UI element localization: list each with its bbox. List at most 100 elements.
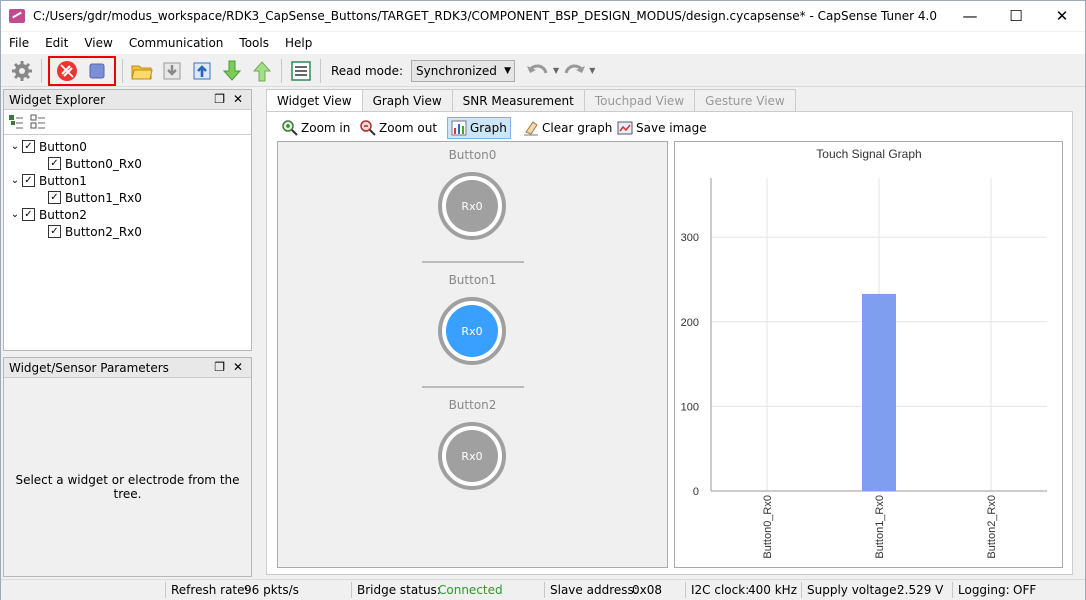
- clear-graph-label: Clear graph: [542, 121, 613, 135]
- redo-dropdown-icon[interactable]: ▼: [589, 66, 595, 75]
- y-tick-label: 0: [693, 486, 699, 498]
- read-mode-label: Read mode:: [331, 63, 404, 78]
- tree-item-button0[interactable]: ⌄ ✓ Button0: [8, 138, 87, 155]
- i2c-clock-value: 400 kHz: [748, 583, 797, 597]
- close-button[interactable]: ✕: [1039, 1, 1085, 31]
- parameters-panel: Widget/Sensor Parameters ❐ ✕ Select a wi…: [3, 357, 252, 577]
- tree-item-button2[interactable]: ⌄ ✓ Button2: [8, 206, 87, 223]
- status-bar: Refresh rate: 96 pkts/s Bridge status: C…: [1, 579, 1085, 600]
- redo-icon[interactable]: [561, 58, 587, 84]
- tree-item-button2-rx0[interactable]: ✓ Button2_Rx0: [48, 223, 142, 240]
- float-panel-icon[interactable]: ❐: [214, 92, 225, 106]
- y-tick-label: 200: [681, 317, 699, 329]
- menu-view[interactable]: View: [76, 36, 120, 50]
- widget-label-button0: Button0: [448, 148, 497, 162]
- touch-signal-graph: Touch Signal Graph 0 100 200 300 Button0_Rx0…: [674, 141, 1063, 568]
- supply-voltage-value: 2.529 V: [897, 583, 944, 597]
- collapse-all-icon[interactable]: [30, 114, 46, 133]
- tab-widget-view[interactable]: Widget View: [266, 89, 363, 112]
- chevron-down-icon[interactable]: ⌄: [8, 209, 22, 220]
- tree-item-button1[interactable]: ⌄ ✓ Button1: [8, 172, 87, 189]
- tab-touchpad-view[interactable]: Touchpad View: [583, 89, 696, 111]
- checkbox-button1[interactable]: ✓: [22, 174, 35, 187]
- supply-voltage-label: Supply voltage:: [807, 583, 901, 597]
- stop-icon[interactable]: [84, 58, 110, 84]
- tab-graph-view[interactable]: Graph View: [361, 89, 453, 111]
- widget-divider: [422, 261, 524, 263]
- tree-item-button0-rx0[interactable]: ✓ Button0_Rx0: [48, 155, 142, 172]
- graph-toggle-button[interactable]: Graph: [447, 117, 511, 139]
- read-from-device-icon[interactable]: [159, 58, 185, 84]
- tree-item-button1-rx0[interactable]: ✓ Button1_Rx0: [48, 189, 142, 206]
- chevron-down-icon: ▼: [504, 65, 512, 76]
- title-bar: C:/Users/gdr/modus_workspace/RDK3_CapSen…: [1, 1, 1085, 31]
- logging-label: Logging:: [958, 583, 1010, 597]
- apply-up-arrow-icon[interactable]: [249, 58, 275, 84]
- widget-view-area: Button0 Rx0 Button1 Rx0 Button2 Rx0: [277, 141, 668, 568]
- parameters-empty-message: Select a widget or electrode from the tr…: [15, 473, 240, 501]
- tree-toolbar: [8, 114, 46, 133]
- zoom-out-label: Zoom out: [379, 121, 438, 135]
- tab-gesture-view[interactable]: Gesture View: [694, 89, 796, 111]
- tab-snr-measurement[interactable]: SNR Measurement: [451, 89, 585, 111]
- window-title: C:/Users/gdr/modus_workspace/RDK3_CapSen…: [33, 9, 937, 23]
- undo-icon[interactable]: [525, 58, 551, 84]
- chart-title: Touch Signal Graph: [816, 147, 921, 161]
- checkbox-button2-rx0[interactable]: ✓: [48, 225, 61, 238]
- y-tick-label: 300: [681, 232, 699, 244]
- chart-svg: Touch Signal Graph 0 100 200 300 Button0_Rx0…: [681, 147, 1047, 559]
- sensor-button1-rx0: Rx0: [446, 305, 498, 357]
- tree-label: Button0_Rx0: [65, 156, 142, 171]
- apply-down-arrow-icon[interactable]: [219, 58, 245, 84]
- checkbox-button1-rx0[interactable]: ✓: [48, 191, 61, 204]
- graph-label: Graph: [470, 121, 507, 135]
- menu-communication[interactable]: Communication: [121, 36, 232, 50]
- maximize-button[interactable]: ☐: [993, 1, 1039, 31]
- write-to-device-icon[interactable]: [189, 58, 215, 84]
- widget-button1[interactable]: Rx0: [438, 297, 506, 365]
- parameters-title: Widget/Sensor Parameters: [9, 360, 169, 375]
- undo-dropdown-icon[interactable]: ▼: [553, 66, 559, 75]
- settings-gear-icon[interactable]: [9, 58, 35, 84]
- eraser-icon: [523, 120, 539, 136]
- chevron-down-icon[interactable]: ⌄: [8, 175, 22, 186]
- close-panel-icon[interactable]: ✕: [233, 92, 243, 106]
- widget-label-button1: Button1: [448, 273, 497, 287]
- y-tick-label: 100: [681, 401, 699, 413]
- widget-button0[interactable]: Rx0: [438, 172, 506, 240]
- widget-explorer-title: Widget Explorer: [9, 92, 106, 107]
- save-image-button[interactable]: Save image: [617, 117, 707, 139]
- bar-chart-icon: [451, 120, 467, 136]
- widget-label-button2: Button2: [448, 398, 497, 412]
- tree-label: Button1: [39, 173, 87, 188]
- expand-all-icon[interactable]: [8, 114, 24, 133]
- sensor-button0-rx0: Rx0: [446, 180, 498, 232]
- logging-value: OFF: [1013, 583, 1037, 597]
- zoom-out-button[interactable]: Zoom out: [360, 117, 437, 139]
- minimize-button[interactable]: —: [947, 1, 993, 31]
- log-document-icon[interactable]: [288, 58, 314, 84]
- checkbox-button0[interactable]: ✓: [22, 140, 35, 153]
- slave-address-value: 0x08: [632, 583, 663, 597]
- disconnect-icon[interactable]: [54, 58, 80, 84]
- zoom-in-button[interactable]: Zoom in: [282, 117, 350, 139]
- close-panel-icon[interactable]: ✕: [233, 360, 243, 374]
- menu-file[interactable]: File: [1, 36, 37, 50]
- float-panel-icon[interactable]: ❐: [214, 360, 225, 374]
- open-folder-icon[interactable]: [129, 58, 155, 84]
- x-tick-label: Button1_Rx0: [874, 495, 886, 559]
- menu-tools[interactable]: Tools: [231, 36, 277, 50]
- menu-help[interactable]: Help: [277, 36, 320, 50]
- checkbox-button0-rx0[interactable]: ✓: [48, 157, 61, 170]
- menu-edit[interactable]: Edit: [37, 36, 76, 50]
- widget-button2[interactable]: Rx0: [438, 422, 506, 490]
- chevron-down-icon[interactable]: ⌄: [8, 141, 22, 152]
- clear-graph-button[interactable]: Clear graph: [523, 117, 612, 139]
- widget-explorer-header: Widget Explorer ❐ ✕: [4, 90, 251, 110]
- zoom-in-icon: [282, 120, 298, 136]
- connection-controls-highlight: [48, 55, 116, 86]
- read-mode-select[interactable]: Synchronized ▼: [411, 59, 516, 82]
- refresh-rate-value: 96 pkts/s: [244, 583, 299, 597]
- bar-button1-rx0: [862, 293, 896, 491]
- checkbox-button2[interactable]: ✓: [22, 208, 35, 221]
